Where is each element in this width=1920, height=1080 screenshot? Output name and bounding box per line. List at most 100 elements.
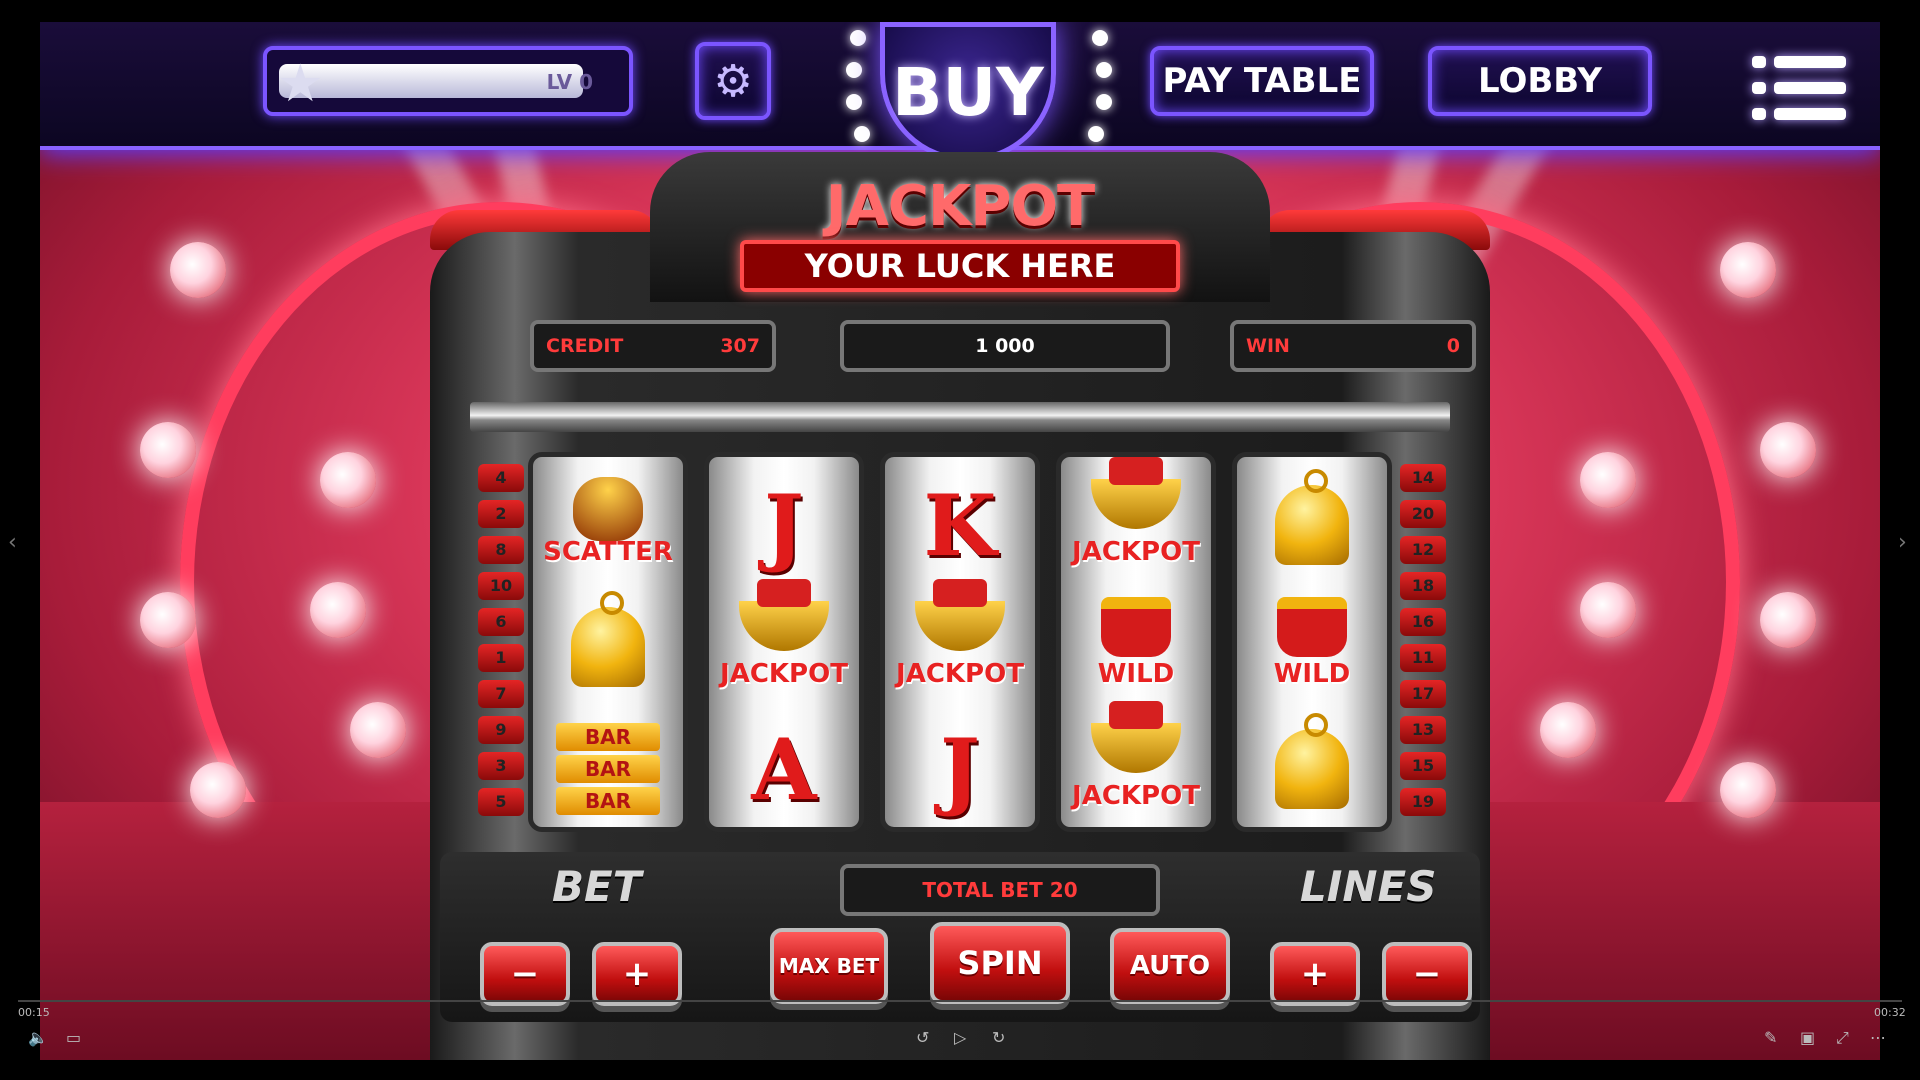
prev-arrow-icon[interactable]: ‹ xyxy=(8,530,17,555)
symbol-scatter: SCATTER xyxy=(533,465,683,585)
next-arrow-icon[interactable]: › xyxy=(1898,530,1907,555)
symbol-a: A xyxy=(709,709,859,829)
light-bulb xyxy=(1760,422,1816,478)
symbol-j: J xyxy=(885,709,1035,829)
reels-area: SCATTER BAR BAR BAR J JACKPOT A K JACKPOT J JACKPO… xyxy=(528,452,1394,832)
money-bag-icon xyxy=(573,477,643,541)
payline-number: 16 xyxy=(1400,608,1446,636)
payline-number: 17 xyxy=(1400,680,1446,708)
payline-number: 4 xyxy=(478,464,524,492)
reel: K JACKPOT J xyxy=(880,452,1040,832)
crown-icon xyxy=(1277,597,1347,657)
payline-number: 1 xyxy=(478,644,524,672)
seek-bar[interactable] xyxy=(18,1000,1902,1002)
star-icon: ★ xyxy=(277,54,324,114)
max-bet-button[interactable]: MAX BET xyxy=(770,928,888,1004)
light-bulb xyxy=(1580,452,1636,508)
payline-number: 3 xyxy=(478,752,524,780)
payline-number: 13 xyxy=(1400,716,1446,744)
buy-button[interactable]: BUY xyxy=(880,22,1056,162)
bar-chip: BAR xyxy=(556,723,660,751)
pot-icon xyxy=(1091,701,1181,773)
pot-icon xyxy=(1091,457,1181,529)
bar-chip: BAR xyxy=(556,787,660,815)
lobby-button[interactable]: LOBBY xyxy=(1428,46,1652,116)
payline-number: 9 xyxy=(478,716,524,744)
payline-number: 5 xyxy=(478,788,524,816)
rewind-icon[interactable]: ↺ xyxy=(916,1028,929,1047)
payline-number: 12 xyxy=(1400,536,1446,564)
gear-icon: ⚙ xyxy=(713,55,753,107)
symbol-bar: BAR BAR BAR xyxy=(533,709,683,829)
lines-decrease-button[interactable]: − xyxy=(1382,942,1472,1006)
light-dot xyxy=(1096,94,1112,110)
light-dot xyxy=(1088,126,1104,142)
pencil-icon[interactable]: ✎ xyxy=(1764,1028,1777,1047)
light-dot xyxy=(846,62,862,78)
symbol-jackpot: JACKPOT xyxy=(1061,701,1211,829)
symbol-word: SCATTER xyxy=(543,537,673,567)
total-bet-display: TOTAL BET 20 xyxy=(840,864,1160,916)
settings-button[interactable]: ⚙ xyxy=(695,42,771,120)
symbol-wild: WILD xyxy=(1061,587,1211,707)
symbol-word: JACKPOT xyxy=(1072,537,1200,567)
payline-number: 18 xyxy=(1400,572,1446,600)
crown-icon xyxy=(1101,597,1171,657)
more-icon[interactable]: ⋯ xyxy=(1870,1028,1886,1047)
win-meter: WIN 0 xyxy=(1230,320,1476,372)
symbol-letter: J xyxy=(764,475,804,575)
menu-button[interactable] xyxy=(1752,52,1852,132)
elapsed-time: 00:15 xyxy=(18,1006,50,1019)
volume-icon[interactable]: 🔈 xyxy=(28,1028,48,1047)
symbol-jackpot: JACKPOT xyxy=(1061,457,1211,585)
payline-number: 20 xyxy=(1400,500,1446,528)
video-player-controls: 00:15 00:32 🔈 ▭ ↺ ▷ ↻ ✎ ▣ ⤢ ⋯ xyxy=(0,1000,1920,1080)
game-stage: ★ LV 0 ⚙ BUY PAY TABLE LOBBY JACKPOT YOU… xyxy=(40,22,1880,1060)
win-value: 0 xyxy=(1446,335,1460,357)
pot-icon xyxy=(915,579,1005,651)
remaining-time: 00:32 xyxy=(1874,1006,1906,1019)
bet-increase-button[interactable]: + xyxy=(592,942,682,1006)
light-dot xyxy=(850,30,866,46)
fullscreen-icon[interactable]: ⤢ xyxy=(1836,1028,1849,1048)
pay-table-button[interactable]: PAY TABLE xyxy=(1150,46,1374,116)
jackpot-meter: 1 000 xyxy=(840,320,1170,372)
light-dot xyxy=(846,94,862,110)
credit-meter: CREDIT 307 xyxy=(530,320,776,372)
forward-icon[interactable]: ↻ xyxy=(992,1028,1005,1047)
bet-decrease-button[interactable]: − xyxy=(480,942,570,1006)
light-bulb xyxy=(190,762,246,818)
credit-label: CREDIT xyxy=(546,335,624,357)
paylines-left: 4 2 8 10 6 1 7 9 3 5 xyxy=(478,464,526,824)
auto-button[interactable]: AUTO xyxy=(1110,928,1230,1004)
symbol-j: J xyxy=(709,465,859,585)
symbol-word: JACKPOT xyxy=(896,659,1024,689)
symbol-word: WILD xyxy=(1097,659,1175,689)
lines-increase-button[interactable]: + xyxy=(1270,942,1360,1006)
jackpot-value: 1 000 xyxy=(975,335,1035,357)
play-icon[interactable]: ▷ xyxy=(954,1028,966,1047)
payline-number: 19 xyxy=(1400,788,1446,816)
spin-button[interactable]: SPIN xyxy=(930,922,1070,1004)
top-bar: ★ LV 0 ⚙ BUY PAY TABLE LOBBY xyxy=(40,22,1880,162)
paylines-right: 14 20 12 18 16 11 17 13 15 19 xyxy=(1400,464,1448,824)
light-dot xyxy=(1092,30,1108,46)
level-label: LV 0 xyxy=(546,70,593,94)
symbol-wild: WILD xyxy=(1237,587,1387,707)
payline-number: 11 xyxy=(1400,644,1446,672)
light-bulb xyxy=(170,242,226,298)
captions-icon[interactable]: ▭ xyxy=(66,1028,81,1047)
light-bulb xyxy=(310,582,366,638)
bet-label: BET xyxy=(552,862,642,911)
chrome-trim xyxy=(470,402,1450,432)
symbol-jackpot: JACKPOT xyxy=(885,579,1035,707)
miniplayer-icon[interactable]: ▣ xyxy=(1800,1028,1815,1047)
symbol-k: K xyxy=(885,465,1035,585)
symbol-word: JACKPOT xyxy=(1072,781,1200,811)
symbol-word: JACKPOT xyxy=(720,659,848,689)
payline-number: 14 xyxy=(1400,464,1446,492)
light-dot xyxy=(854,126,870,142)
credit-value: 307 xyxy=(720,335,760,357)
symbol-letter: A xyxy=(751,719,817,819)
level-progress-bar: ★ LV 0 xyxy=(263,46,633,116)
